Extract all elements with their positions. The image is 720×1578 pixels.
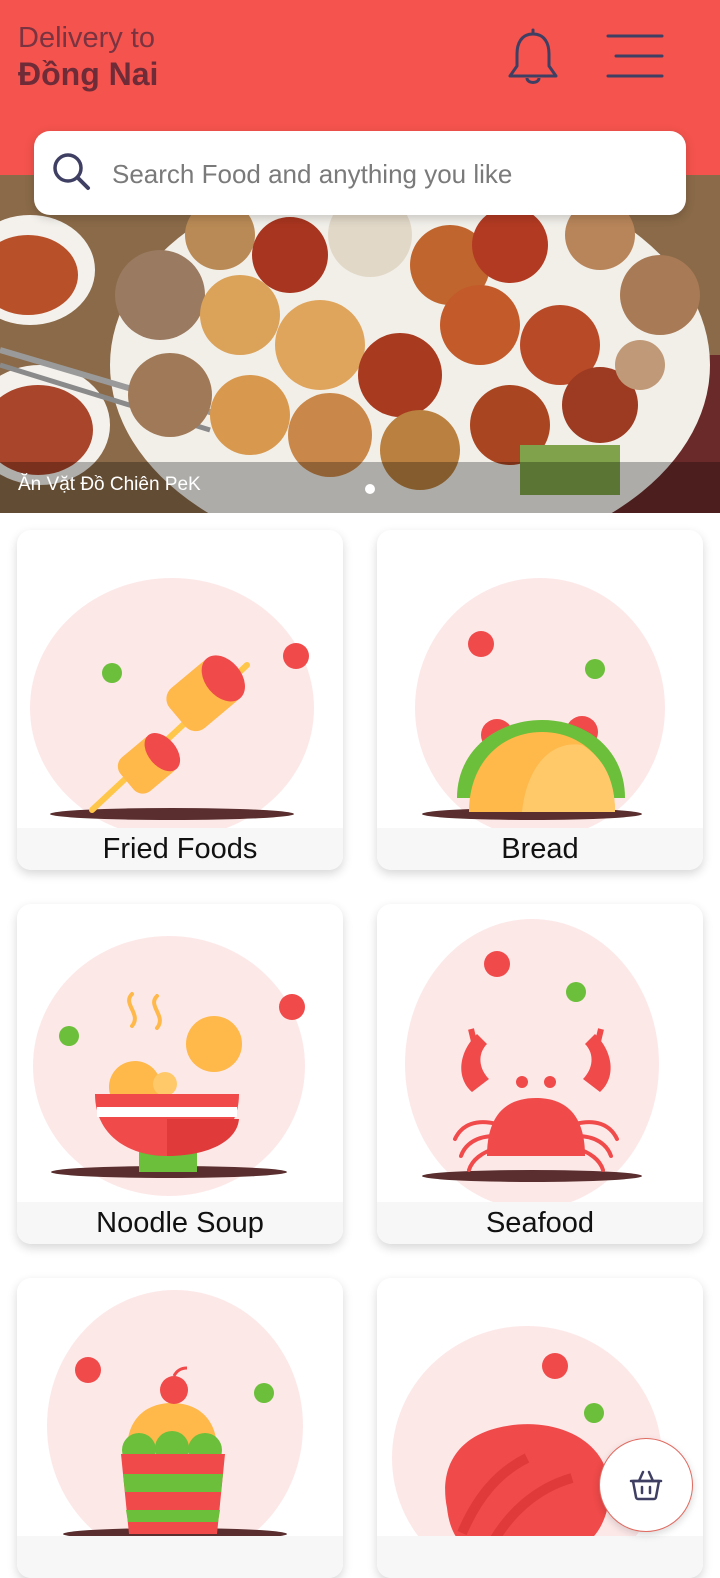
category-label: Noodle Soup <box>17 1202 343 1244</box>
cupcake-icon <box>47 1290 303 1562</box>
meat-icon <box>392 1326 662 1578</box>
carousel-indicator-dot[interactable] <box>365 484 375 494</box>
bell-icon[interactable] <box>505 28 561 88</box>
delivery-location[interactable]: Đồng Nai <box>18 56 158 93</box>
search-icon <box>53 153 90 190</box>
category-card-meat[interactable] <box>377 1278 703 1578</box>
basket-icon <box>629 1470 663 1501</box>
noodle-bowl-icon <box>33 936 305 1196</box>
category-card-seafood[interactable]: Seafood <box>377 904 703 1244</box>
category-card-dessert[interactable] <box>17 1278 343 1578</box>
category-label: Fried Foods <box>17 828 343 870</box>
search-bar[interactable] <box>34 131 686 217</box>
category-label <box>377 1536 703 1578</box>
skewer-icon <box>30 578 314 830</box>
taco-icon <box>415 578 665 830</box>
category-card-fried-foods[interactable]: Fried Foods <box>17 530 343 870</box>
category-label: Bread <box>377 828 703 870</box>
hamburger-menu-icon[interactable] <box>604 30 666 82</box>
category-label <box>17 1536 343 1578</box>
delivery-label: Delivery to <box>18 22 155 54</box>
promo-banner[interactable]: Ăn Vặt Đồ Chiên PeK <box>0 175 720 513</box>
banner-caption-bar: Ăn Vặt Đồ Chiên PeK <box>0 462 720 513</box>
cart-button[interactable] <box>599 1438 693 1532</box>
banner-caption: Ăn Vặt Đồ Chiên PeK <box>18 474 201 495</box>
category-card-noodle-soup[interactable]: Noodle Soup <box>17 904 343 1244</box>
category-card-bread[interactable]: Bread <box>377 530 703 870</box>
category-label: Seafood <box>377 1202 703 1244</box>
crab-icon <box>405 919 659 1204</box>
search-input[interactable] <box>110 131 674 217</box>
